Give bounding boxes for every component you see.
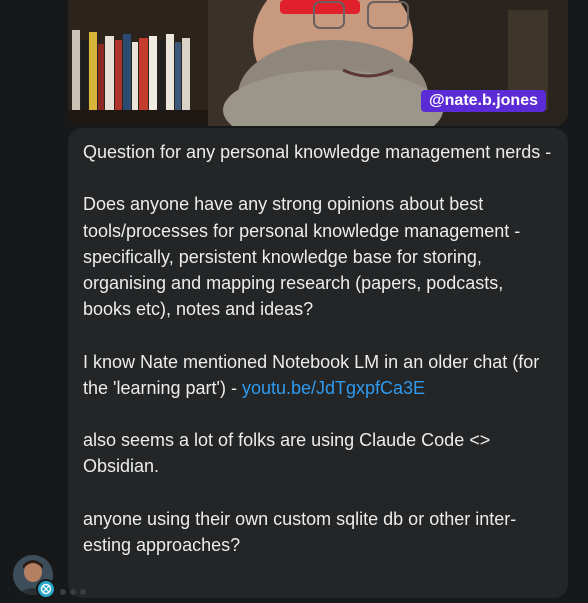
badge-glyph <box>40 583 52 595</box>
message-paragraph: Does anyone have any strong opinions abo… <box>83 194 521 320</box>
chat-window: @nate.b.jones Question for any personal … <box>0 0 588 603</box>
youtube-link[interactable]: youtu.be/JdTgxpfCa3E <box>242 378 425 398</box>
typing-indicator <box>60 589 86 595</box>
message-bubble: Question for any personal knowledge mana… <box>68 128 568 598</box>
creator-handle-tag: @nate.b.jones <box>421 90 546 112</box>
bot-badge-icon <box>36 579 56 599</box>
video-thumbnail[interactable]: @nate.b.jones <box>68 0 568 126</box>
message-paragraph: I know Nate mentioned Notebook LM in an … <box>83 349 552 401</box>
typing-dot <box>80 589 86 595</box>
message-paragraph: anyone using their own custom sqlite db … <box>83 508 517 555</box>
message-paragraph: also seems a lot of folks are using Clau… <box>83 430 491 477</box>
typing-dot <box>70 589 76 595</box>
typing-dot <box>60 589 66 595</box>
message-paragraph: Question for any personal knowledge mana… <box>83 142 552 162</box>
